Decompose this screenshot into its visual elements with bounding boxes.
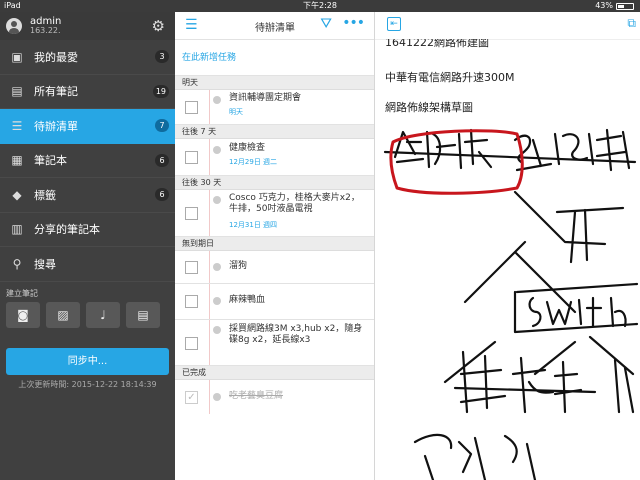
- image-icon: ▨: [57, 307, 69, 322]
- account-row[interactable]: admin 163.22. ⚙: [0, 12, 175, 40]
- task-item[interactable]: 資訊輔導團定期會 明天: [175, 90, 374, 125]
- task-date: 明天: [229, 108, 243, 116]
- sidebar-item-label: 待辦清單: [34, 119, 78, 133]
- shared-notebook-icon: ▥: [11, 222, 23, 237]
- tag-icon: ◆: [12, 187, 22, 202]
- create-note-label: 建立筆記: [6, 288, 38, 298]
- task-title: 麻辣鴨血: [229, 295, 266, 305]
- task-checkbox[interactable]: [185, 101, 198, 114]
- sidebar-item-all-notes[interactable]: ▤ 所有筆記 19: [0, 75, 175, 109]
- task-checkbox[interactable]: [185, 207, 198, 220]
- sidebar-item-label: 筆記本: [34, 154, 67, 168]
- todo-pane: ☰ 待辦清單 ⛛ ••• 在此新增任務 明天 資訊輔導團定期會 明天 往後 7 …: [175, 12, 375, 480]
- sidebar-item-label: 所有筆記: [34, 85, 78, 99]
- last-sync-time: 上次更新時間: 2015-12-22 18:14:39: [18, 379, 157, 389]
- task-title: 資訊輔導團定期會: [229, 93, 302, 103]
- sidebar-item-label: 我的最愛: [34, 50, 78, 64]
- count-badge: 6: [155, 188, 169, 201]
- sidebar-item-tags[interactable]: ◆ 標籤 6: [0, 178, 175, 213]
- notes-icon: ▤: [11, 84, 23, 99]
- task-item[interactable]: 健康檢查 12月29日 週二: [175, 139, 374, 176]
- note-pane: ⇤ ⧉ 1641222網路佈建圖 中華有電信網路升速300M 網路佈線架構草圖: [375, 12, 640, 480]
- task-title: 吃老藝臭豆腐: [229, 391, 284, 401]
- add-task-input[interactable]: 在此新增任務: [175, 40, 374, 76]
- sidebar-item-search[interactable]: ⚲ 搜尋: [0, 247, 175, 282]
- collapse-pane-icon[interactable]: ⇤: [387, 17, 401, 31]
- gear-icon[interactable]: ⚙: [152, 17, 165, 35]
- sidebar-item-notebooks[interactable]: ▦ 筆記本 6: [0, 144, 175, 178]
- filter-icon[interactable]: ⛛: [320, 16, 332, 32]
- sidebar-item-label: 標籤: [34, 188, 56, 202]
- task-item[interactable]: Cosco 巧克力，桂格大麥片x2，牛排，50吋液晶電視 12月31日 週四: [175, 190, 374, 237]
- count-badge: 19: [152, 84, 169, 98]
- task-date: 12月29日 週二: [229, 158, 278, 166]
- avatar: [6, 18, 22, 34]
- sidebar-item-label: 分享的筆記本: [34, 223, 100, 237]
- task-item[interactable]: 麻辣鴨血: [175, 284, 374, 320]
- section-header-completed: 已完成: [175, 366, 374, 380]
- account-server: 163.22.: [30, 26, 61, 36]
- count-badge: 3: [155, 50, 169, 63]
- sidebar: admin 163.22. ⚙ ▣ 我的最愛 3 ▤ 所有筆記 19 ☰ 待辦清…: [0, 12, 175, 480]
- search-icon: ⚲: [12, 256, 22, 271]
- battery-indicator: 43%: [595, 0, 634, 12]
- note-text-line: 中華有電信網路升速300M: [385, 71, 515, 84]
- note-header: ⇤ ⧉: [375, 12, 640, 40]
- section-header-next-30-days: 往後 30 天: [175, 176, 374, 190]
- task-checkbox[interactable]: [185, 261, 198, 274]
- section-header-no-due-date: 無到期日: [175, 237, 374, 251]
- priority-dot-icon: [213, 393, 221, 401]
- task-checkbox[interactable]: [185, 337, 198, 350]
- task-checkbox[interactable]: [185, 151, 198, 164]
- star-icon: ▣: [11, 49, 23, 64]
- share-icon[interactable]: ⧉: [627, 16, 636, 31]
- priority-dot-icon: [213, 96, 221, 104]
- priority-dot-icon: [213, 146, 221, 154]
- task-item-completed[interactable]: ✓ 吃老藝臭豆腐: [175, 380, 374, 414]
- status-bar: iPad 下午2:28 43%: [0, 0, 640, 12]
- notebook-icon: ▦: [11, 153, 23, 168]
- sidebar-item-favorites[interactable]: ▣ 我的最愛 3: [0, 40, 175, 75]
- camera-button[interactable]: ◙: [6, 301, 40, 328]
- section-header-tomorrow: 明天: [175, 76, 374, 90]
- image-button[interactable]: ▨: [46, 301, 80, 328]
- create-note-row: ◙ ▨ ♩ ▤: [0, 301, 175, 328]
- battery-icon: [616, 2, 634, 10]
- todo-header: ☰ 待辦清單 ⛛ •••: [175, 12, 374, 40]
- priority-dot-icon: [213, 326, 221, 334]
- count-badge: 7: [155, 119, 169, 132]
- text-note-button[interactable]: ▤: [126, 301, 160, 328]
- microphone-icon: ♩: [100, 307, 106, 322]
- task-date: 12月31日 週四: [229, 221, 278, 229]
- more-icon[interactable]: •••: [342, 15, 365, 31]
- task-checkbox-checked[interactable]: ✓: [185, 391, 198, 404]
- priority-dot-icon: [213, 263, 221, 271]
- sidebar-item-todo[interactable]: ☰ 待辦清單 7: [0, 109, 175, 144]
- task-checkbox[interactable]: [185, 295, 198, 308]
- sidebar-item-label: 搜尋: [34, 257, 56, 271]
- battery-percent: 43%: [595, 1, 613, 10]
- section-header-next-7-days: 往後 7 天: [175, 125, 374, 139]
- microphone-button[interactable]: ♩: [86, 301, 120, 328]
- task-title: 溜狗: [229, 261, 248, 271]
- task-title: Cosco 巧克力，桂格大麥片x2，牛排，50吋液晶電視: [229, 193, 360, 214]
- task-item[interactable]: 溜狗: [175, 251, 374, 284]
- handwritten-network-sketch: [383, 128, 639, 480]
- sync-button[interactable]: 同步中...: [6, 347, 169, 375]
- count-badge: 6: [155, 153, 169, 167]
- task-item[interactable]: 採買網路線3M x3,hub x2，隨身碟8g x2，延長線x3: [175, 320, 374, 366]
- priority-dot-icon: [213, 297, 221, 305]
- sidebar-item-shared-notebooks[interactable]: ▥ 分享的筆記本: [0, 213, 175, 247]
- priority-dot-icon: [213, 196, 221, 204]
- todo-icon: ☰: [11, 118, 23, 133]
- task-title: 採買網路線3M x3,hub x2，隨身碟8g x2，延長線x3: [229, 324, 363, 345]
- clock: 下午2:28: [303, 1, 337, 10]
- camera-icon: ◙: [17, 307, 29, 322]
- text-note-icon: ▤: [137, 307, 149, 322]
- task-title: 健康檢查: [229, 143, 266, 153]
